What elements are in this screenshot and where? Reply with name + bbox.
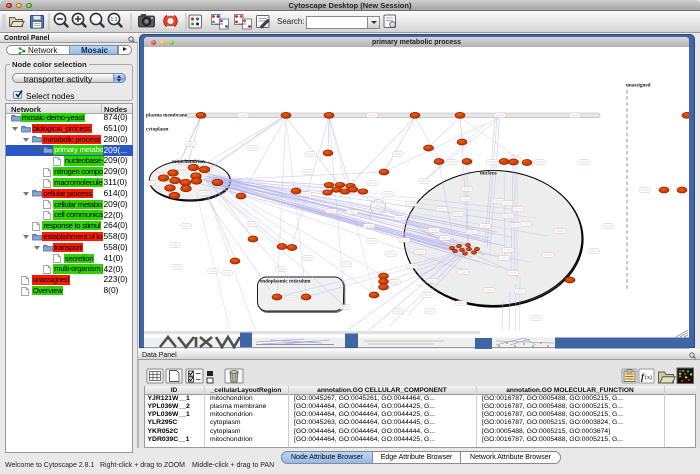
svg-text:plasma membrane: plasma membrane bbox=[146, 113, 188, 119]
svg-text:nucleus: nucleus bbox=[480, 171, 497, 177]
svg-text:(x): (x) bbox=[645, 374, 652, 381]
svg-text:1:1: 1:1 bbox=[111, 17, 118, 23]
svg-text:mitochondrion: mitochondrion bbox=[172, 159, 205, 165]
svg-text:unassigned: unassigned bbox=[626, 83, 651, 89]
svg-text:cytoplasm: cytoplasm bbox=[146, 127, 169, 133]
svg-text:endoplasmic reticulum: endoplasmic reticulum bbox=[260, 279, 311, 285]
